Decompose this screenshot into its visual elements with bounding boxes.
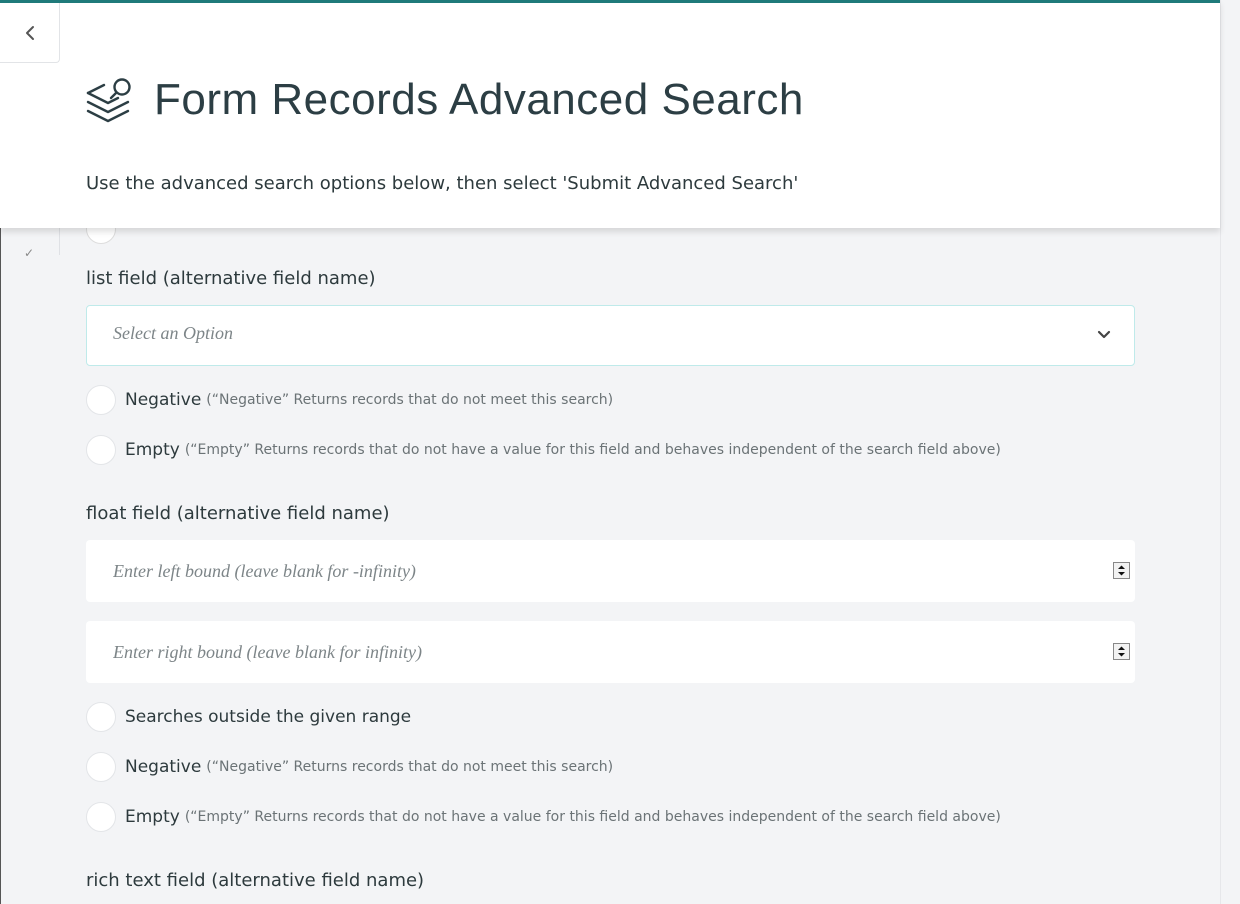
list-field-label: list field (alternative field name) — [86, 268, 376, 289]
negative-radio[interactable] — [86, 752, 116, 782]
back-button[interactable] — [0, 3, 60, 63]
negative-label: Negative — [125, 390, 202, 410]
left-bound-field — [86, 540, 1135, 602]
left-bound-input[interactable] — [86, 540, 1135, 602]
float-field-negative-option[interactable]: Negative (“Negative” Returns records tha… — [86, 752, 613, 782]
empty-label: Empty — [125, 807, 180, 827]
page-title: Form Records Advanced Search — [154, 75, 804, 124]
float-field-outside-range-option[interactable]: Searches outside the given range — [86, 702, 411, 732]
negative-hint: (“Negative” Returns records that do not … — [206, 392, 614, 408]
empty-radio[interactable] — [86, 435, 116, 465]
list-field-negative-option[interactable]: Negative (“Negative” Returns records tha… — [86, 385, 613, 415]
layers-search-icon — [86, 78, 131, 123]
collapsed-nav-icon: ✓ — [24, 246, 35, 260]
list-field-select[interactable]: Select an Option — [86, 305, 1135, 366]
empty-radio[interactable] — [86, 802, 116, 832]
empty-hint: (“Empty” Returns records that do not hav… — [184, 442, 1001, 458]
empty-hint: (“Empty” Returns records that do not hav… — [184, 809, 1001, 825]
negative-radio[interactable] — [86, 385, 116, 415]
number-spinner[interactable] — [1113, 643, 1130, 660]
outside-range-label: Searches outside the given range — [125, 707, 412, 727]
outside-range-radio[interactable] — [86, 702, 116, 732]
spinner-arrows-icon — [1118, 565, 1125, 576]
chevron-down-icon — [1097, 330, 1111, 339]
page-subtitle: Use the advanced search options below, t… — [86, 173, 799, 194]
list-field-empty-option[interactable]: Empty (“Empty” Returns records that do n… — [86, 435, 1001, 465]
number-spinner[interactable] — [1113, 562, 1130, 579]
chevron-left-icon — [25, 25, 34, 40]
right-bound-input[interactable] — [86, 621, 1135, 683]
float-field-label: float field (alternative field name) — [86, 503, 390, 524]
empty-label: Empty — [125, 440, 180, 460]
spinner-arrows-icon — [1118, 646, 1125, 657]
float-field-empty-option[interactable]: Empty (“Empty” Returns records that do n… — [86, 802, 1001, 832]
right-bound-field — [86, 621, 1135, 683]
negative-hint: (“Negative” Returns records that do not … — [206, 759, 614, 775]
select-placeholder: Select an Option — [113, 323, 233, 343]
rich-text-field-label: rich text field (alternative field name) — [86, 870, 425, 891]
page-scrollbar[interactable] — [1220, 0, 1240, 904]
negative-label: Negative — [125, 757, 202, 777]
title-row: Form Records Advanced Search — [86, 75, 804, 125]
page-header: Form Records Advanced Search Use the adv… — [0, 0, 1220, 228]
